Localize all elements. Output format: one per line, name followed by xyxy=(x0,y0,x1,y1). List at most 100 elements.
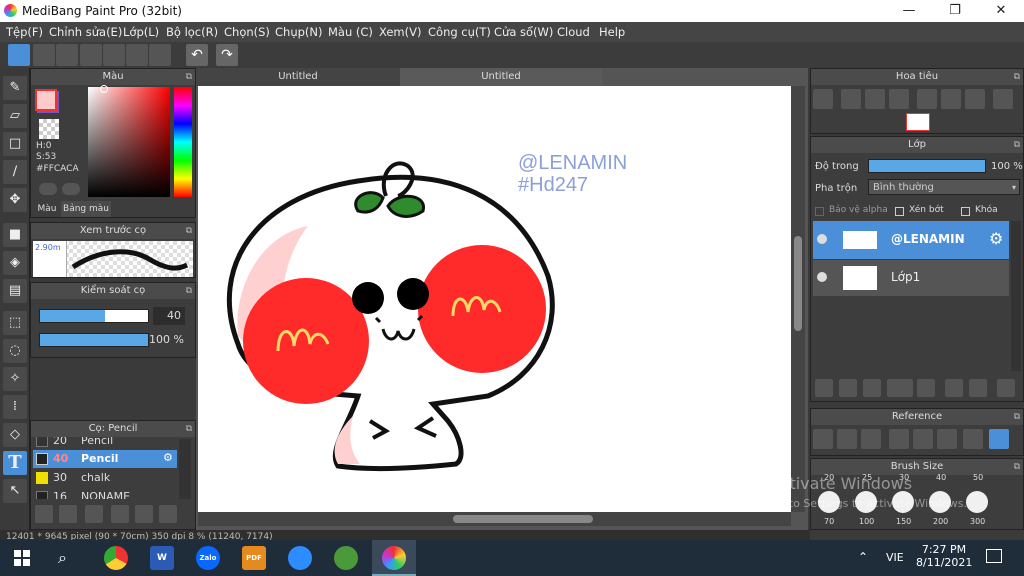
fit-icon[interactable] xyxy=(913,429,933,449)
fill-rect-icon[interactable]: ■ xyxy=(3,223,27,247)
brush-size-slider[interactable] xyxy=(39,309,149,323)
panel-float-icon[interactable]: ⧉ xyxy=(1014,459,1020,475)
zoom-icon[interactable] xyxy=(288,546,312,570)
zalo-icon[interactable]: Zalo xyxy=(196,546,220,570)
eyedropper-icon[interactable] xyxy=(963,429,983,449)
notification-icon[interactable] xyxy=(986,549,1002,563)
brush-size-300[interactable] xyxy=(966,491,988,513)
rotate-left-icon[interactable] xyxy=(917,89,937,109)
redo-button[interactable]: ↷ xyxy=(216,44,238,66)
protect-alpha-checkbox[interactable] xyxy=(815,207,824,216)
tab-untitled-2[interactable]: Untitled xyxy=(400,68,602,86)
brush-opacity-slider[interactable] xyxy=(39,333,149,347)
fit-icon[interactable] xyxy=(865,89,885,109)
menu-tools[interactable]: Công cụ(T) xyxy=(428,25,491,39)
hand-icon[interactable] xyxy=(989,429,1009,449)
saturation-value-picker[interactable] xyxy=(88,87,170,197)
rectangle-icon[interactable]: □ xyxy=(3,132,27,156)
brush-item[interactable]: 30 chalk xyxy=(33,469,177,487)
new-brush-icon[interactable] xyxy=(59,505,77,523)
menu-layer[interactable]: Lớp(L) xyxy=(123,25,159,39)
grid-icon[interactable] xyxy=(149,44,171,66)
bucket-icon[interactable]: ◈ xyxy=(3,251,27,275)
brush-settings-icon[interactable] xyxy=(111,505,129,523)
minimize-button[interactable]: — xyxy=(886,0,932,22)
merge-layer-icon[interactable] xyxy=(969,379,987,397)
menu-edit[interactable]: Chỉnh sửa(E) xyxy=(49,25,122,39)
cloud-icon[interactable] xyxy=(813,429,833,449)
zoom-in-icon[interactable] xyxy=(889,429,909,449)
panel-float-icon[interactable]: ⧉ xyxy=(186,421,192,437)
folder-icon[interactable] xyxy=(917,379,935,397)
zoom-out-icon[interactable] xyxy=(937,429,957,449)
flip-icon[interactable] xyxy=(993,89,1013,109)
color-picker-cursor[interactable] xyxy=(100,85,108,93)
layer-row[interactable]: Lớp1 xyxy=(813,260,1009,296)
transparent-swatch[interactable] xyxy=(39,119,59,139)
drawing-canvas[interactable]: @LENAMIN #Hd247 xyxy=(198,86,791,512)
palette-icon[interactable] xyxy=(39,183,57,195)
duplicate-layer-icon[interactable] xyxy=(945,379,963,397)
cloud-download-icon[interactable] xyxy=(35,505,53,523)
clipping-checkbox[interactable] xyxy=(895,207,904,216)
select-eraser-icon[interactable]: ◇ xyxy=(3,423,27,447)
zoom-out-icon[interactable] xyxy=(889,89,909,109)
tab-untitled-1[interactable]: Untitled xyxy=(196,68,400,86)
magic-wand-icon[interactable]: ✧ xyxy=(3,367,27,391)
maximize-button[interactable]: ❐ xyxy=(932,0,978,22)
operation-icon[interactable]: ↖ xyxy=(3,479,27,503)
hue-slider[interactable] xyxy=(174,87,192,197)
active-app-highlight[interactable] xyxy=(372,540,416,576)
line-brush-icon[interactable]: ∕ xyxy=(3,160,27,184)
tab-color[interactable]: Màu xyxy=(33,201,61,217)
menu-file[interactable]: Tệp(F) xyxy=(6,25,43,39)
blend-mode-select[interactable]: Bình thường ▾ xyxy=(868,179,1020,195)
lasso-icon[interactable]: ◌ xyxy=(3,339,27,363)
folder-icon[interactable] xyxy=(135,505,153,523)
zoom-in-icon[interactable] xyxy=(813,89,833,109)
brush-item[interactable]: 20 Pencil xyxy=(33,437,177,449)
eyedropper-icon[interactable] xyxy=(62,183,80,195)
primary-color-swatch[interactable] xyxy=(35,89,57,111)
menu-select[interactable]: Chọn(S) xyxy=(224,25,270,39)
windows-start-icon[interactable] xyxy=(14,550,30,566)
language-indicator[interactable]: VIE xyxy=(886,551,904,564)
pdf-icon[interactable]: PDF xyxy=(242,546,266,570)
select-rect-icon[interactable]: ⬚ xyxy=(3,311,27,335)
layer-opacity-slider[interactable] xyxy=(868,159,986,173)
text-tool-icon[interactable]: T xyxy=(3,451,27,475)
select-pen-icon[interactable]: ⁞ xyxy=(3,395,27,419)
gradient-icon[interactable]: ▤ xyxy=(3,279,27,303)
add-layer-menu-icon[interactable] xyxy=(887,379,913,397)
eraser-icon[interactable]: ▱ xyxy=(3,104,27,128)
close-icon[interactable] xyxy=(861,429,881,449)
panel-float-icon[interactable]: ⧉ xyxy=(186,223,192,239)
add-brush-icon[interactable] xyxy=(85,505,103,523)
menu-cloud[interactable]: Cloud xyxy=(557,25,590,39)
navigator-thumbnail[interactable] xyxy=(906,113,930,131)
undo-button[interactable]: ↶ xyxy=(186,44,208,66)
horizontal-scroll-thumb[interactable] xyxy=(453,515,593,523)
medibang-icon[interactable] xyxy=(382,546,406,570)
document-icon[interactable] xyxy=(103,44,125,66)
word-icon[interactable]: W xyxy=(150,546,174,570)
chrome-icon[interactable] xyxy=(104,546,128,570)
share-icon[interactable] xyxy=(33,44,55,66)
move-icon[interactable]: ✥ xyxy=(3,188,27,212)
horizontal-scrollbar[interactable] xyxy=(198,512,791,526)
cloud-icon[interactable] xyxy=(8,44,30,66)
menu-color[interactable]: Màu (C) xyxy=(328,25,373,39)
brush-item[interactable]: 16 NONAME xyxy=(33,488,177,499)
trash-icon[interactable] xyxy=(997,379,1015,397)
panel-float-icon[interactable]: ⧉ xyxy=(1014,409,1020,425)
duplicate-icon[interactable] xyxy=(159,505,177,523)
open-folder-icon[interactable] xyxy=(837,429,857,449)
menu-window[interactable]: Cửa sổ(W) xyxy=(494,25,553,39)
fullscreen-icon[interactable] xyxy=(941,89,961,109)
new-1bit-layer-icon[interactable] xyxy=(863,379,881,397)
new-halftone-layer-icon[interactable] xyxy=(839,379,857,397)
search-icon[interactable]: ⌕ xyxy=(58,548,67,568)
new-layer-icon[interactable] xyxy=(815,379,833,397)
menu-filter[interactable]: Bộ lọc(R) xyxy=(166,25,218,39)
brush-list-scrollbar[interactable] xyxy=(179,439,191,499)
